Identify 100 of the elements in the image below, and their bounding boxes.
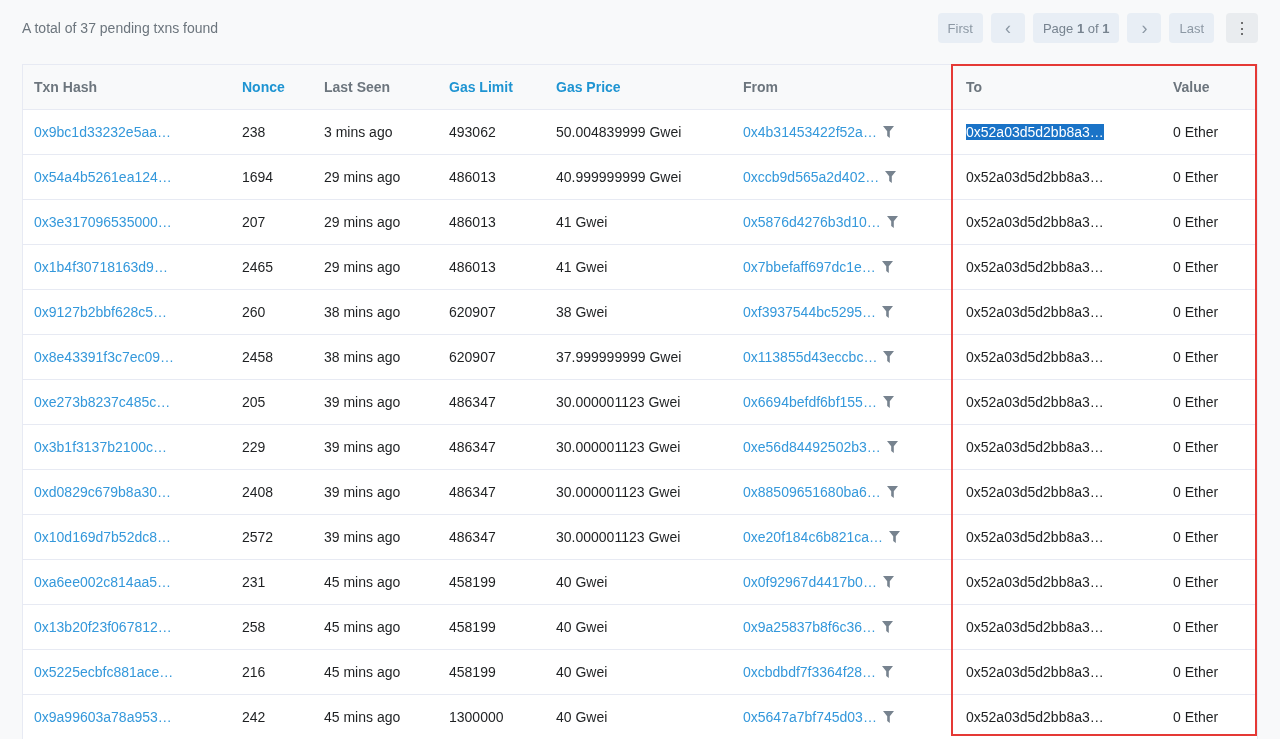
filter-icon[interactable] bbox=[882, 396, 894, 408]
txn-hash-link[interactable]: 0x54a4b5261ea124… bbox=[34, 169, 172, 185]
from-address-link[interactable]: 0x9a25837b8f6c36… bbox=[743, 619, 877, 635]
txn-hash-link[interactable]: 0x9127b2bbf628c5… bbox=[34, 304, 168, 320]
gas-price-text: 38 Gwei bbox=[556, 304, 608, 320]
value-text: 0 Ether bbox=[1173, 124, 1219, 140]
txn-hash-link[interactable]: 0x9bc1d33232e5aa… bbox=[34, 124, 171, 140]
column-header: To bbox=[955, 65, 1162, 110]
txn-hash-link[interactable]: 0xe273b8237c485c… bbox=[34, 394, 171, 410]
filter-icon[interactable] bbox=[886, 486, 898, 498]
filter-icon[interactable] bbox=[882, 666, 894, 678]
last-seen-text: 38 mins ago bbox=[324, 304, 401, 320]
gas-price-text: 40 Gwei bbox=[556, 664, 608, 680]
from-address-link[interactable]: 0x88509651680ba6… bbox=[743, 484, 881, 500]
to-address-text: 0x52a03d5d2bb8a3… bbox=[966, 619, 1104, 635]
gas-limit-text: 486013 bbox=[449, 259, 496, 275]
value-text: 0 Ether bbox=[1173, 304, 1219, 320]
txn-hash-link[interactable]: 0x5225ecbfc881ace… bbox=[34, 664, 174, 680]
sortable-column-header[interactable]: Gas Price bbox=[545, 65, 732, 110]
last-seen-text: 39 mins ago bbox=[324, 529, 401, 545]
gas-limit-text: 458199 bbox=[449, 619, 496, 635]
next-page-button[interactable]: › bbox=[1127, 13, 1162, 43]
nonce-text: 260 bbox=[242, 304, 266, 320]
sortable-column-header[interactable]: Gas Limit bbox=[438, 65, 545, 110]
nonce-text: 205 bbox=[242, 394, 266, 410]
value-text: 0 Ether bbox=[1173, 349, 1219, 365]
first-page-button[interactable]: First bbox=[937, 13, 983, 43]
filter-icon[interactable] bbox=[882, 711, 894, 723]
from-address-link[interactable]: 0xe56d84492502b3… bbox=[743, 439, 881, 455]
last-seen-text: 38 mins ago bbox=[324, 349, 401, 365]
gas-limit-text: 493062 bbox=[449, 124, 496, 140]
from-address-link[interactable]: 0x0f92967d4417b0… bbox=[743, 574, 877, 590]
from-address-link[interactable]: 0xcbdbdf7f3364f28… bbox=[743, 664, 877, 680]
filter-icon[interactable] bbox=[883, 351, 895, 363]
from-address-link[interactable]: 0x113855d43eccbc… bbox=[743, 349, 878, 365]
txn-hash-link[interactable]: 0xa6ee002c814aa5… bbox=[34, 574, 171, 590]
gas-limit-text: 620907 bbox=[449, 304, 496, 320]
from-address-link[interactable]: 0xccb9d565a2d402… bbox=[743, 169, 880, 185]
value-text: 0 Ether bbox=[1173, 169, 1219, 185]
nonce-text: 207 bbox=[242, 214, 266, 230]
from-address-link[interactable]: 0x7bbefaff697dc1e… bbox=[743, 259, 876, 275]
to-address-text: 0x52a03d5d2bb8a3… bbox=[966, 529, 1104, 545]
value-text: 0 Ether bbox=[1173, 259, 1219, 275]
gas-price-text: 40.999999999 Gwei bbox=[556, 169, 682, 185]
gas-limit-text: 620907 bbox=[449, 349, 496, 365]
filter-icon[interactable] bbox=[886, 216, 898, 228]
gas-price-text: 30.000001123 Gwei bbox=[556, 529, 681, 545]
txn-hash-link[interactable]: 0x9a99603a78a953… bbox=[34, 709, 172, 725]
value-text: 0 Ether bbox=[1173, 529, 1219, 545]
txn-hash-link[interactable]: 0xd0829c679b8a30… bbox=[34, 484, 171, 500]
last-seen-text: 39 mins ago bbox=[324, 484, 401, 500]
last-seen-text: 3 mins ago bbox=[324, 124, 393, 140]
gas-price-text: 40 Gwei bbox=[556, 574, 608, 590]
from-address-link[interactable]: 0x4b31453422f52a… bbox=[743, 124, 877, 140]
gas-limit-text: 486347 bbox=[449, 439, 496, 455]
from-address-link[interactable]: 0x6694befdf6bf155… bbox=[743, 394, 877, 410]
to-address-text: 0x52a03d5d2bb8a3… bbox=[966, 349, 1104, 365]
value-text: 0 Ether bbox=[1173, 484, 1219, 500]
previous-page-button[interactable]: ‹ bbox=[990, 13, 1025, 43]
last-seen-text: 29 mins ago bbox=[324, 169, 401, 185]
value-text: 0 Ether bbox=[1173, 214, 1219, 230]
filter-icon[interactable] bbox=[889, 531, 901, 543]
txn-hash-link[interactable]: 0x3b1f3137b2100c… bbox=[34, 439, 168, 455]
nonce-text: 258 bbox=[242, 619, 266, 635]
nonce-text: 231 bbox=[242, 574, 266, 590]
gas-limit-text: 486347 bbox=[449, 529, 496, 545]
filter-icon[interactable] bbox=[882, 306, 894, 318]
from-address-link[interactable]: 0xf3937544bc5295… bbox=[743, 304, 877, 320]
to-address-text: 0x52a03d5d2bb8a3… bbox=[966, 169, 1104, 185]
column-header: Value bbox=[1162, 65, 1257, 110]
value-text: 0 Ether bbox=[1173, 439, 1219, 455]
txn-hash-link[interactable]: 0x1b4f30718163d9… bbox=[34, 259, 168, 275]
last-seen-text: 45 mins ago bbox=[324, 664, 401, 680]
txn-hash-link[interactable]: 0x3e317096535000… bbox=[34, 214, 172, 230]
value-text: 0 Ether bbox=[1173, 394, 1219, 410]
filter-icon[interactable] bbox=[882, 576, 894, 588]
gas-limit-text: 486347 bbox=[449, 484, 496, 500]
txn-hash-link[interactable]: 0x13b20f23f067812… bbox=[34, 619, 172, 635]
from-address-link[interactable]: 0x5876d4276b3d10… bbox=[743, 214, 881, 230]
nonce-text: 2465 bbox=[242, 259, 274, 275]
from-address-link[interactable]: 0x5647a7bf745d03… bbox=[743, 709, 877, 725]
filter-icon[interactable] bbox=[886, 441, 898, 453]
last-page-button[interactable]: Last bbox=[1169, 13, 1214, 43]
gas-price-text: 30.000001123 Gwei bbox=[556, 394, 681, 410]
nonce-text: 216 bbox=[242, 664, 266, 680]
to-address-text: 0x52a03d5d2bb8a3… bbox=[966, 124, 1104, 140]
to-address-text: 0x52a03d5d2bb8a3… bbox=[966, 439, 1104, 455]
txn-hash-link[interactable]: 0x10d169d7b52dc8… bbox=[34, 529, 171, 545]
filter-icon[interactable] bbox=[882, 621, 894, 633]
sortable-column-header[interactable]: Nonce bbox=[231, 65, 313, 110]
txn-hash-link[interactable]: 0x8e43391f3c7ec09… bbox=[34, 349, 175, 365]
filter-icon[interactable] bbox=[881, 261, 893, 273]
filter-icon[interactable] bbox=[885, 171, 897, 183]
last-seen-text: 39 mins ago bbox=[324, 394, 401, 410]
more-options-button[interactable]: ⋮ bbox=[1226, 13, 1258, 43]
last-seen-text: 45 mins ago bbox=[324, 619, 401, 635]
gas-limit-text: 486013 bbox=[449, 169, 496, 185]
from-address-link[interactable]: 0xe20f184c6b821ca… bbox=[743, 529, 884, 545]
filter-icon[interactable] bbox=[882, 126, 894, 138]
gas-price-text: 50.004839999 Gwei bbox=[556, 124, 682, 140]
